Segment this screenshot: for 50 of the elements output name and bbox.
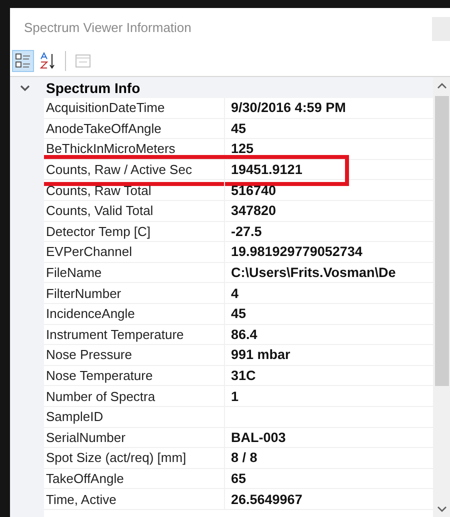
property-value[interactable]: 1 bbox=[225, 386, 433, 407]
property-value[interactable]: 125 bbox=[225, 139, 433, 160]
property-name[interactable]: FileName bbox=[44, 262, 225, 284]
property-name[interactable]: AnodeTakeOffAngle bbox=[44, 118, 225, 140]
property-name[interactable]: SerialNumber bbox=[44, 428, 225, 448]
property-value[interactable]: 31C bbox=[225, 366, 433, 386]
scroll-thumb[interactable] bbox=[434, 96, 448, 386]
property-pages-icon bbox=[75, 54, 91, 68]
property-value[interactable]: 45 bbox=[225, 304, 433, 325]
property-value[interactable]: 19451.9121 bbox=[225, 160, 433, 180]
property-name[interactable]: FilterNumber bbox=[44, 283, 225, 304]
property-value[interactable]: 26.5649967 bbox=[225, 489, 433, 510]
property-name[interactable]: Counts, Raw / Active Sec bbox=[44, 160, 225, 180]
property-name[interactable]: Instrument Temperature bbox=[44, 324, 225, 346]
property-value[interactable]: 86.4 bbox=[225, 324, 433, 346]
property-name[interactable]: Nose Temperature bbox=[44, 366, 225, 386]
property-value[interactable]: BAL-003 bbox=[225, 428, 433, 448]
property-name[interactable]: BeThickInMicroMeters bbox=[44, 139, 225, 160]
property-name[interactable]: Counts, Raw Total bbox=[44, 180, 225, 201]
property-value[interactable]: 45 bbox=[225, 118, 433, 140]
property-value[interactable]: -27.5 bbox=[225, 222, 433, 242]
property-value[interactable]: 65 bbox=[225, 468, 433, 490]
window-title: Spectrum Viewer Information bbox=[24, 20, 192, 34]
property-name[interactable]: TakeOffAngle bbox=[44, 468, 225, 490]
property-name[interactable]: Counts, Valid Total bbox=[44, 200, 225, 222]
sort-az-icon bbox=[40, 52, 56, 70]
scrollbar[interactable] bbox=[433, 77, 450, 517]
property-value[interactable]: 991 mbar bbox=[225, 345, 433, 366]
category-header[interactable]: Spectrum Info bbox=[10, 77, 433, 98]
property-name[interactable]: Nose Pressure bbox=[44, 345, 225, 366]
caret-up-icon bbox=[436, 82, 446, 88]
property-value[interactable]: 9/30/2016 4:59 PM bbox=[225, 98, 433, 119]
caret-down-icon bbox=[436, 506, 446, 512]
property-name[interactable]: Number of Spectra bbox=[44, 386, 225, 407]
property-value[interactable]: C:\Users\Frits.Vosman\De bbox=[225, 262, 433, 284]
property-value[interactable]: 8 / 8 bbox=[225, 448, 433, 469]
property-name[interactable]: AcquisitionDateTime bbox=[44, 98, 225, 119]
property-name[interactable]: Time, Active bbox=[44, 489, 225, 510]
property-name[interactable]: SampleID bbox=[44, 406, 225, 428]
property-value[interactable]: 347820 bbox=[225, 200, 433, 222]
property-value[interactable]: 19.981929779052734 bbox=[225, 242, 433, 263]
categorized-view-icon bbox=[15, 53, 31, 69]
property-name[interactable]: Spot Size (act/req) [mm] bbox=[44, 448, 225, 469]
property-name[interactable]: EVPerChannel bbox=[44, 242, 225, 263]
property-name[interactable]: Detector Temp [C] bbox=[44, 222, 225, 242]
property-name[interactable]: IncidenceAngle bbox=[44, 304, 225, 325]
property-value[interactable]: 516740 bbox=[225, 180, 433, 201]
category-name: Spectrum Info bbox=[46, 80, 140, 96]
categorized-button[interactable] bbox=[12, 50, 34, 72]
property-value[interactable]: 4 bbox=[225, 283, 433, 304]
